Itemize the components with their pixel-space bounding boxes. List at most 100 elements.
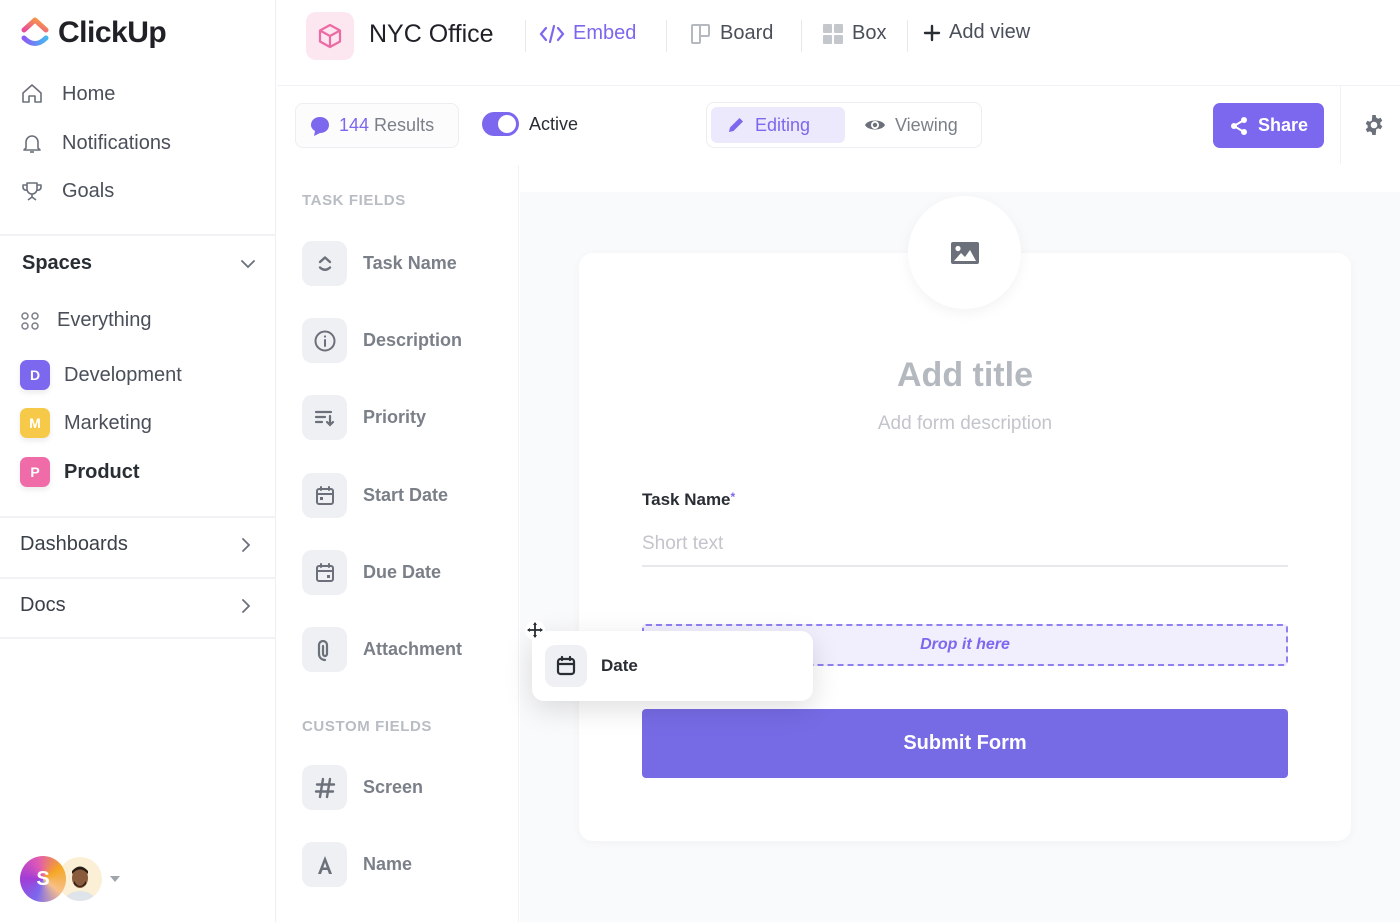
sidebar-item-notifications[interactable]: Notifications xyxy=(20,131,171,155)
project-icon xyxy=(306,12,354,60)
divider xyxy=(1340,86,1341,164)
info-icon xyxy=(314,330,335,351)
form-title[interactable]: Add title xyxy=(579,356,1351,395)
chevron-down-icon[interactable] xyxy=(238,254,258,274)
calendar-start-icon xyxy=(315,485,334,505)
field-icon-box xyxy=(302,241,347,286)
space-item-everything[interactable]: Everything xyxy=(20,309,152,332)
plus-icon xyxy=(923,24,941,41)
divider xyxy=(0,234,276,236)
divider xyxy=(0,516,276,518)
calendar-due-icon xyxy=(315,562,334,582)
form-field-label-text: Task Name xyxy=(642,490,731,509)
sidebar-item-goals[interactable]: Goals xyxy=(20,179,114,203)
spaces-header[interactable]: Spaces xyxy=(22,252,258,275)
divider xyxy=(0,637,276,639)
space-item-development[interactable]: D Development xyxy=(20,360,182,390)
field-icon-box xyxy=(302,627,347,672)
tab-label: Embed xyxy=(573,22,637,44)
tab-embed[interactable]: Embed xyxy=(539,22,636,45)
sidebar-item-label: Home xyxy=(62,82,116,105)
spaces-label: Spaces xyxy=(22,252,93,274)
share-label: Share xyxy=(1257,115,1309,135)
divider xyxy=(666,20,667,52)
space-label: Marketing xyxy=(64,411,152,434)
user-menu[interactable]: S xyxy=(20,856,120,902)
mode-switcher: Editing Viewing xyxy=(706,102,982,148)
trophy-icon xyxy=(22,182,42,201)
sidebar-item-dashboards[interactable]: Dashboards xyxy=(20,533,256,556)
app-name: ClickUp xyxy=(58,16,167,49)
required-mark: * xyxy=(730,490,736,504)
project-title: NYC Office xyxy=(369,20,494,48)
space-label: Development xyxy=(64,363,182,386)
pencil-icon xyxy=(729,118,743,132)
text-a-icon xyxy=(317,855,332,874)
paperclip-icon xyxy=(317,639,328,661)
sidebar-item-label: Goals xyxy=(62,179,115,202)
eye-icon xyxy=(865,120,885,130)
field-label: Name xyxy=(363,854,413,874)
avatar[interactable]: S xyxy=(20,856,66,902)
tab-label: Board xyxy=(720,22,774,44)
editing-mode-button[interactable]: Editing xyxy=(711,107,845,143)
tab-label: Box xyxy=(852,22,887,44)
field-item-screen[interactable]: Screen xyxy=(302,765,423,810)
viewing-mode-button[interactable]: Viewing xyxy=(849,107,973,143)
priority-icon xyxy=(314,410,334,427)
sidebar-item-home[interactable]: Home xyxy=(20,82,115,106)
divider xyxy=(801,20,802,52)
field-item-start-date[interactable]: Start Date xyxy=(302,473,448,518)
space-badge: M xyxy=(20,408,50,438)
editing-label: Editing xyxy=(755,114,811,135)
drop-zone-label: Drop it here xyxy=(920,636,1010,653)
results-button[interactable]: 144 Results xyxy=(295,103,459,148)
calendar-icon xyxy=(556,655,576,676)
space-label: Everything xyxy=(57,309,152,331)
move-cursor-icon xyxy=(525,620,545,640)
field-label: Task Name xyxy=(363,253,457,273)
share-button[interactable]: Share xyxy=(1213,103,1324,148)
field-item-due-date[interactable]: Due Date xyxy=(302,550,441,595)
toggle-switch[interactable] xyxy=(482,112,519,136)
dragged-field-date[interactable]: Date xyxy=(532,631,813,701)
form-description[interactable]: Add form description xyxy=(579,413,1351,435)
home-icon xyxy=(22,84,42,103)
tab-box[interactable]: Box xyxy=(822,22,886,45)
submit-form-button[interactable]: Submit Form xyxy=(642,709,1288,778)
space-badge: D xyxy=(20,360,50,390)
tab-label: Add view xyxy=(949,21,1031,43)
field-label: Description xyxy=(363,330,463,350)
active-toggle[interactable]: Active xyxy=(482,112,578,136)
field-icon-box xyxy=(302,318,347,363)
chevron-right-icon xyxy=(242,598,251,613)
field-label: Priority xyxy=(363,407,427,427)
field-item-priority[interactable]: Priority xyxy=(302,395,426,440)
form-image-upload[interactable] xyxy=(908,196,1021,309)
field-icon-box xyxy=(302,842,347,887)
gear-icon[interactable] xyxy=(1362,113,1386,137)
field-item-attachment[interactable]: Attachment xyxy=(302,627,462,672)
field-item-task-name[interactable]: Task Name xyxy=(302,241,457,286)
caret-down-icon[interactable] xyxy=(110,876,120,882)
field-label: Due Date xyxy=(363,562,442,582)
field-icon-box xyxy=(302,395,347,440)
field-label: Attachment xyxy=(363,639,463,659)
sidebar: ClickUp Home Notifications Goals Spaces … xyxy=(0,0,276,922)
field-item-description[interactable]: Description xyxy=(302,318,462,363)
field-item-name[interactable]: Name xyxy=(302,842,412,887)
space-label: Product xyxy=(64,460,140,483)
sidebar-item-docs[interactable]: Docs xyxy=(20,594,256,617)
chevron-right-icon xyxy=(242,537,251,552)
space-item-marketing[interactable]: M Marketing xyxy=(20,408,152,438)
field-label: Screen xyxy=(363,777,424,797)
clickup-logo[interactable]: ClickUp xyxy=(20,16,167,50)
bell-icon xyxy=(23,135,41,153)
code-icon xyxy=(539,24,565,43)
task-name-input[interactable] xyxy=(642,522,1288,567)
dragged-field-label: Date xyxy=(601,656,638,675)
add-view-button[interactable]: Add view xyxy=(923,21,1030,44)
space-item-product[interactable]: P Product xyxy=(20,457,140,487)
tab-board[interactable]: Board xyxy=(690,22,773,45)
fields-panel: TASK FIELDS Task Name Description Priori… xyxy=(277,165,519,922)
